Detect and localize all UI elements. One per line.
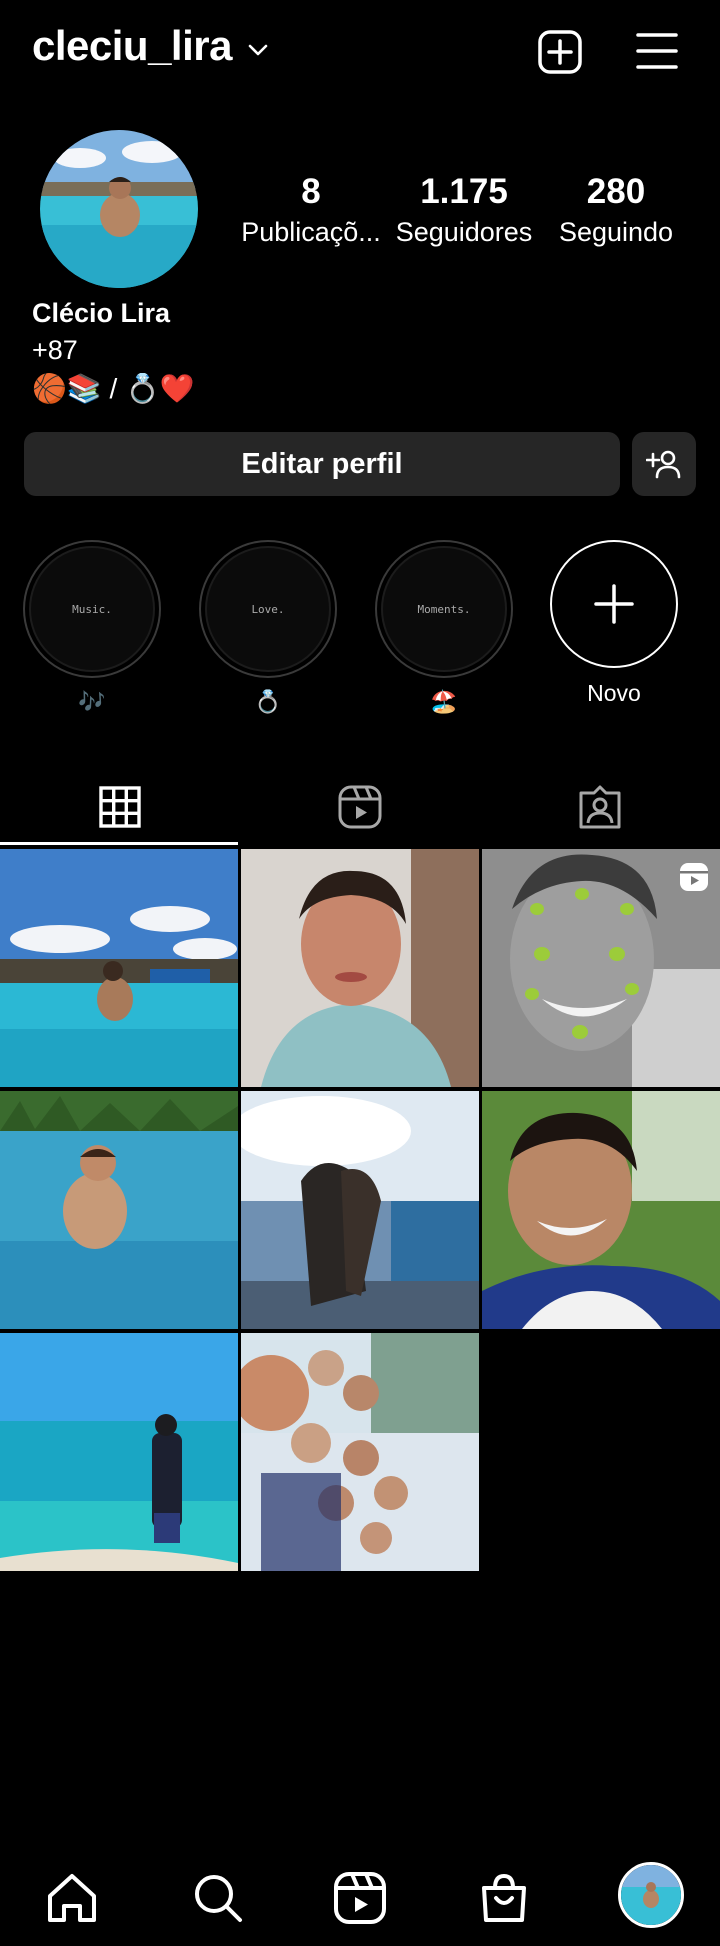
search-icon[interactable] [190, 1870, 246, 1926]
chevron-down-icon[interactable] [246, 38, 270, 62]
post-tile[interactable] [482, 849, 720, 1087]
highlight-cover: Moments. [381, 546, 507, 672]
stat-label: Seguidores [395, 217, 533, 247]
highlight-ring: Moments. [375, 540, 513, 678]
shop-icon[interactable] [476, 1870, 532, 1926]
post-tile[interactable] [0, 1333, 238, 1571]
tab-posts-grid[interactable] [0, 770, 240, 844]
stat-followers[interactable]: 1.175 Seguidores [390, 172, 538, 250]
grid-icon [99, 786, 141, 828]
profile-username[interactable]: cleciu_lira [32, 22, 232, 70]
new-highlight-button[interactable]: Novo [550, 540, 678, 707]
discover-people-button[interactable] [632, 432, 696, 496]
reels-icon [338, 785, 382, 829]
new-post-icon[interactable] [536, 28, 584, 76]
highlight-cover: Love. [205, 546, 331, 672]
menu-icon[interactable] [636, 30, 678, 72]
stat-following[interactable]: 280 Seguindo [548, 172, 684, 250]
stat-value: 1.175 [420, 172, 508, 211]
tab-reels[interactable] [240, 770, 480, 844]
edit-profile-button[interactable]: Editar perfil [24, 432, 620, 496]
plus-icon [550, 540, 678, 668]
stat-value: 8 [301, 172, 321, 211]
stat-label: Publicaçõ... [241, 217, 381, 247]
highlight-cover: Music. [29, 546, 155, 672]
post-tile[interactable] [241, 849, 479, 1087]
bio-line: +87 [32, 335, 78, 365]
reels-icon[interactable] [332, 1870, 388, 1926]
highlight-caption: 🏖️ [430, 689, 458, 714]
reels-icon [680, 863, 708, 891]
highlight-moments[interactable]: Moments. 🏖️ [374, 540, 514, 716]
home-icon[interactable] [44, 1870, 100, 1926]
tagged-icon [579, 785, 621, 829]
highlight-music[interactable]: Music. 🎶 [22, 540, 162, 716]
post-tile[interactable] [241, 1333, 479, 1571]
bio-line: 🏀📚 / 💍❤️ [32, 373, 195, 404]
post-tile[interactable] [0, 849, 238, 1087]
highlight-love[interactable]: Love. 💍 [198, 540, 338, 716]
highlight-caption: 🎶 [78, 689, 106, 714]
stat-value: 280 [586, 172, 646, 211]
active-tab-indicator [0, 842, 238, 845]
post-tile[interactable] [0, 1091, 238, 1329]
profile-avatar[interactable] [618, 1862, 684, 1928]
stat-posts[interactable]: 8 Publicaçõ... [236, 172, 386, 250]
highlight-caption: 💍 [254, 689, 282, 714]
profile-avatar[interactable] [40, 130, 198, 288]
tab-tagged[interactable] [480, 770, 720, 844]
add-person-icon [646, 450, 681, 479]
highlight-ring: Music. [23, 540, 161, 678]
full-name: Clécio Lira [32, 298, 171, 328]
new-highlight-label: Novo [587, 680, 641, 706]
stat-label: Seguindo [558, 217, 674, 247]
highlight-ring: Love. [199, 540, 337, 678]
post-tile[interactable] [241, 1091, 479, 1329]
post-tile[interactable] [482, 1091, 720, 1329]
